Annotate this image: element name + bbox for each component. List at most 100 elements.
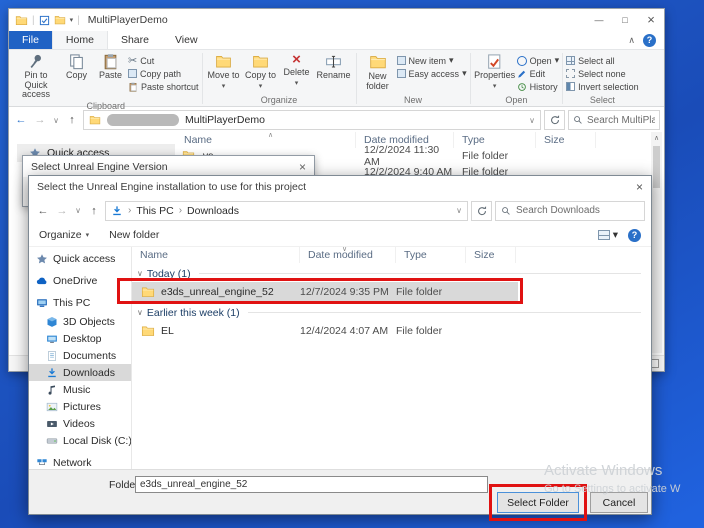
sidebar-item-local-disk[interactable]: Local Disk (C:) <box>29 432 131 449</box>
column-header-size[interactable]: Size <box>536 132 596 148</box>
maximize-button[interactable]: □ <box>612 9 638 31</box>
sidebar-item-pictures[interactable]: Pictures <box>29 398 131 415</box>
recent-locations-icon[interactable]: ∨ <box>51 116 61 125</box>
column-header-type[interactable]: Type <box>396 247 466 263</box>
pin-to-quick-access-button[interactable]: Pin to Quick access <box>13 51 59 100</box>
folder-icon[interactable] <box>54 14 66 26</box>
refresh-button[interactable] <box>471 201 492 221</box>
edit-button[interactable]: Edit <box>517 67 560 80</box>
activate-windows-watermark: Activate Windows Go to Settings to activ… <box>544 462 680 495</box>
minimize-button[interactable]: — <box>586 9 612 31</box>
qat-dropdown-icon[interactable]: ▾ <box>70 16 74 24</box>
address-dropdown-icon[interactable]: ∨ <box>529 116 535 125</box>
address-bar[interactable]: MultiPlayerDemo ∨ <box>83 110 541 130</box>
ribbon: Pin to Quick access Copy Paste ✂ Cut <box>9 50 664 107</box>
sidebar-item-videos[interactable]: Videos <box>29 415 131 432</box>
back-icon[interactable]: ← <box>13 114 29 126</box>
delete-button[interactable]: × Delete ▾ <box>280 51 314 88</box>
tab-file[interactable]: File <box>9 31 52 49</box>
properties-button[interactable]: Properties ▾ <box>474 51 516 91</box>
group-header-earlier[interactable]: ∨ Earlier this week (1) <box>132 304 651 321</box>
ribbon-group-clipboard: Pin to Quick access Copy Paste ✂ Cut <box>11 51 201 106</box>
cut-button[interactable]: ✂ Cut <box>128 54 199 67</box>
open-button[interactable]: Open ▾ <box>517 54 560 67</box>
select-none-button[interactable]: Select none <box>566 67 639 80</box>
picture-icon <box>46 401 58 413</box>
sidebar-item-network[interactable]: Network <box>29 454 131 469</box>
paste-button[interactable]: Paste <box>94 51 127 81</box>
column-header-name[interactable]: ∧ Name <box>176 132 356 148</box>
caret-down-icon: ▾ <box>86 231 90 239</box>
ribbon-tabs: File Home Share View ∧ ? <box>9 31 664 50</box>
column-header-date[interactable]: ∨ Date modified <box>300 247 396 263</box>
ribbon-separator <box>470 53 471 104</box>
forward-icon[interactable]: → <box>32 114 48 126</box>
help-icon[interactable]: ? <box>628 229 641 242</box>
tab-share[interactable]: Share <box>108 31 162 49</box>
history-button[interactable]: History <box>517 80 560 93</box>
sidebar-item-documents[interactable]: Documents <box>29 347 131 364</box>
select-all-button[interactable]: Select all <box>566 54 639 67</box>
sidebar-item-quick-access[interactable]: Quick access <box>29 250 131 267</box>
help-icon[interactable]: ? <box>643 34 656 47</box>
cancel-button[interactable]: Cancel <box>590 492 648 513</box>
tab-view[interactable]: View <box>162 31 211 49</box>
sidebar-item-onedrive[interactable]: OneDrive <box>29 272 131 289</box>
move-to-button[interactable]: Move to ▾ <box>206 51 242 91</box>
picker-search-box[interactable] <box>495 201 645 221</box>
explorer-search-input[interactable] <box>587 115 655 126</box>
view-selector-button[interactable]: ▾ <box>598 229 618 241</box>
ribbon-collapse-icon[interactable]: ∧ <box>628 35 635 46</box>
forward-icon[interactable]: → <box>54 205 70 217</box>
up-icon[interactable]: ↑ <box>86 205 102 217</box>
properties-icon <box>486 53 503 70</box>
sort-descending-icon: ∨ <box>342 242 347 258</box>
picker-search-input[interactable] <box>516 205 639 216</box>
refresh-button[interactable] <box>544 110 565 130</box>
crumb-separator-icon: › <box>179 205 182 216</box>
scrollbar[interactable]: ∧ <box>651 132 662 353</box>
new-folder-icon <box>369 53 387 71</box>
picker-title: Select the Unreal Engine installation to… <box>37 181 306 193</box>
scroll-up-icon[interactable]: ∧ <box>651 132 662 142</box>
breadcrumb-downloads[interactable]: Downloads <box>187 205 239 217</box>
easy-access-icon <box>397 69 406 78</box>
clipboard-icon <box>102 53 119 70</box>
sidebar-item-music[interactable]: Music <box>29 381 131 398</box>
back-icon[interactable]: ← <box>35 205 51 217</box>
list-item-el-folder[interactable]: EL 12/4/2024 4:07 AM File folder <box>132 321 518 341</box>
copy-path-button[interactable]: Copy path <box>128 67 199 80</box>
tab-home[interactable]: Home <box>52 31 108 49</box>
up-icon[interactable]: ↑ <box>64 114 80 126</box>
sidebar-item-downloads[interactable]: Downloads <box>29 364 131 381</box>
organize-button[interactable]: Organize ▾ <box>39 229 89 241</box>
column-header-type[interactable]: Type <box>454 132 536 148</box>
close-button[interactable]: × <box>638 9 664 31</box>
copy-button[interactable]: Copy <box>60 51 93 81</box>
sidebar-item-3d-objects[interactable]: 3D Objects <box>29 313 131 330</box>
sidebar-item-desktop[interactable]: Desktop <box>29 330 131 347</box>
copy-to-button[interactable]: Copy to ▾ <box>243 51 279 91</box>
sort-ascending-icon: ∧ <box>268 128 273 144</box>
close-icon[interactable]: × <box>636 180 643 194</box>
address-dropdown-icon[interactable]: ∨ <box>456 206 462 215</box>
explorer-search-box[interactable] <box>568 110 660 130</box>
picker-address-row: ← → ∨ ↑ › This PC › Downloads ∨ <box>29 197 651 224</box>
column-header-size[interactable]: Size <box>466 247 516 263</box>
rename-button[interactable]: Rename <box>315 51 353 81</box>
folder-name-input[interactable] <box>135 476 488 493</box>
new-folder-button[interactable]: New folder <box>360 51 396 91</box>
easy-access-button[interactable]: Easy access ▾ <box>397 67 467 80</box>
paste-shortcut-button[interactable]: Paste shortcut <box>128 80 199 93</box>
new-folder-button[interactable]: New folder <box>109 229 159 241</box>
invert-selection-button[interactable]: Invert selection <box>566 80 639 93</box>
breadcrumb[interactable]: › This PC › Downloads ∨ <box>105 201 468 221</box>
recent-locations-icon[interactable]: ∨ <box>73 206 83 215</box>
checkbox-icon[interactable] <box>39 15 50 26</box>
column-header-name[interactable]: Name <box>132 247 300 263</box>
sidebar-item-this-pc[interactable]: This PC <box>29 294 131 311</box>
scrollbar-thumb[interactable] <box>653 146 660 188</box>
breadcrumb-this-pc[interactable]: This PC <box>136 205 173 217</box>
new-item-button[interactable]: New item ▾ <box>397 54 467 67</box>
close-icon[interactable]: × <box>299 160 306 174</box>
